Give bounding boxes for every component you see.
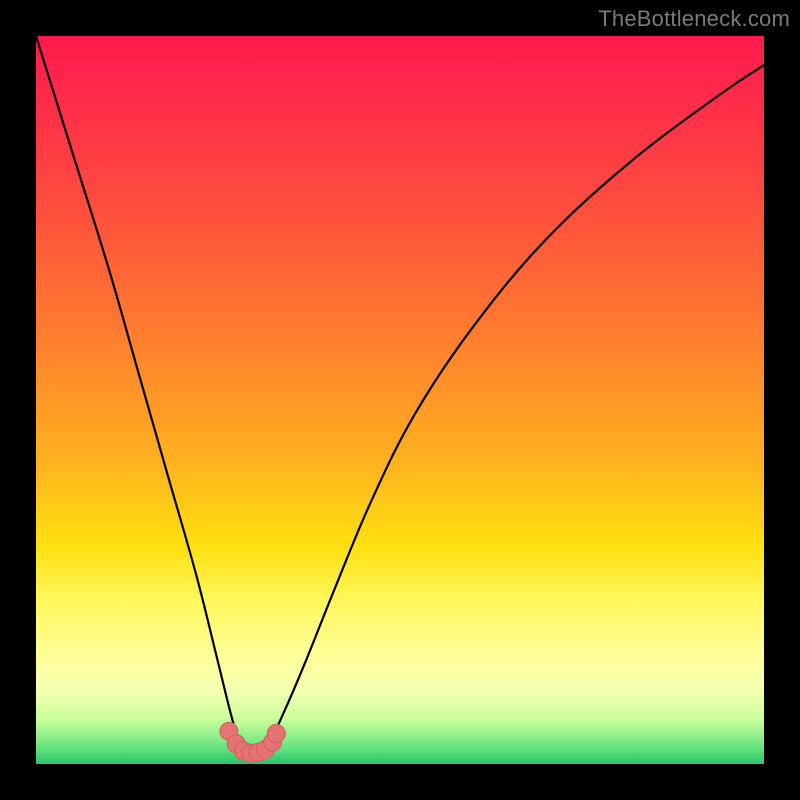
bottleneck-curve	[36, 36, 764, 756]
marker-dot	[267, 724, 285, 742]
watermark-text: TheBottleneck.com	[598, 6, 790, 32]
chart-frame: TheBottleneck.com	[0, 0, 800, 800]
marker-group	[220, 722, 285, 762]
plot-area	[36, 36, 764, 764]
chart-svg	[36, 36, 764, 764]
